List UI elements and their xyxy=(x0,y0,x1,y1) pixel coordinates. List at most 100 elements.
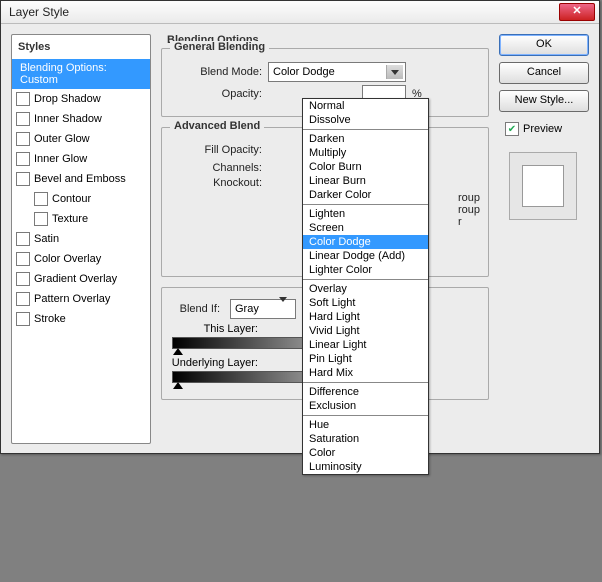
style-item-label: Contour xyxy=(52,193,91,205)
dropdown-separator xyxy=(303,279,428,280)
style-item[interactable]: Pattern Overlay xyxy=(12,289,150,309)
dropdown-item[interactable]: Hard Mix xyxy=(303,366,428,380)
layer-style-dialog: Layer Style ✕ Styles Blending Options: C… xyxy=(0,0,600,454)
dropdown-item[interactable]: Dissolve xyxy=(303,113,428,127)
blendif-select[interactable]: Gray xyxy=(230,299,296,319)
cancel-button[interactable]: Cancel xyxy=(499,62,589,84)
fill-opacity-label: Fill Opacity: xyxy=(170,144,268,156)
dropdown-item[interactable]: Normal xyxy=(303,99,428,113)
extra-text-1: roup xyxy=(458,192,480,204)
new-style-button[interactable]: New Style... xyxy=(499,90,589,112)
dropdown-item[interactable]: Luminosity xyxy=(303,460,428,474)
style-item[interactable]: Blending Options: Custom xyxy=(12,59,150,89)
style-item-label: Bevel and Emboss xyxy=(34,173,126,185)
blend-mode-label: Blend Mode: xyxy=(170,66,268,78)
dropdown-item[interactable]: Difference xyxy=(303,385,428,399)
checkbox-icon[interactable] xyxy=(16,112,30,126)
style-item[interactable]: Outer Glow xyxy=(12,129,150,149)
dropdown-item[interactable]: Linear Light xyxy=(303,338,428,352)
style-item[interactable]: Gradient Overlay xyxy=(12,269,150,289)
style-item-label: Texture xyxy=(52,213,88,225)
blend-mode-select[interactable]: Color Dodge xyxy=(268,62,406,82)
blend-mode-dropdown[interactable]: NormalDissolveDarkenMultiplyColor BurnLi… xyxy=(302,98,429,475)
style-item-label: Inner Shadow xyxy=(34,113,102,125)
dropdown-separator xyxy=(303,129,428,130)
dropdown-item[interactable]: Screen xyxy=(303,221,428,235)
checkbox-icon[interactable] xyxy=(16,172,30,186)
style-item-label: Blending Options: Custom xyxy=(20,62,146,86)
blendif-label: Blend If: xyxy=(170,303,226,315)
slider-handle-black[interactable] xyxy=(173,382,183,389)
dropdown-item[interactable]: Pin Light xyxy=(303,352,428,366)
checkbox-icon[interactable] xyxy=(16,232,30,246)
checkbox-icon[interactable] xyxy=(16,92,30,106)
dialog-title: Layer Style xyxy=(5,5,69,19)
dropdown-item[interactable]: Darken xyxy=(303,132,428,146)
underlying-layer-label: Underlying Layer: xyxy=(170,357,258,369)
chevron-down-icon xyxy=(386,65,403,79)
style-item[interactable]: Stroke xyxy=(12,309,150,329)
dropdown-item[interactable]: Saturation xyxy=(303,432,428,446)
extra-text-3: r xyxy=(458,216,480,228)
dropdown-item[interactable]: Vivid Light xyxy=(303,324,428,338)
style-item-label: Stroke xyxy=(34,313,66,325)
style-item[interactable]: Contour xyxy=(12,189,150,209)
dropdown-separator xyxy=(303,382,428,383)
dropdown-item[interactable]: Linear Dodge (Add) xyxy=(303,249,428,263)
dropdown-item[interactable]: Color xyxy=(303,446,428,460)
ok-button[interactable]: OK xyxy=(499,34,589,56)
checkbox-checked-icon: ✔ xyxy=(505,122,519,136)
dropdown-item[interactable]: Lighter Color xyxy=(303,263,428,277)
extra-text-2: roup xyxy=(458,204,480,216)
dropdown-item[interactable]: Exclusion xyxy=(303,399,428,413)
button-column: OK Cancel New Style... ✔ Preview xyxy=(499,34,589,444)
styles-header: Styles xyxy=(12,37,150,59)
style-item-label: Gradient Overlay xyxy=(34,273,117,285)
preview-label: Preview xyxy=(523,123,562,135)
style-item-label: Drop Shadow xyxy=(34,93,101,105)
style-item-label: Pattern Overlay xyxy=(34,293,110,305)
knockout-label: Knockout: xyxy=(170,177,268,189)
style-item[interactable]: Bevel and Emboss xyxy=(12,169,150,189)
checkbox-icon[interactable] xyxy=(34,192,48,206)
dropdown-item[interactable]: Overlay xyxy=(303,282,428,296)
checkbox-icon[interactable] xyxy=(16,132,30,146)
preview-checkbox[interactable]: ✔ Preview xyxy=(505,122,589,136)
opacity-label: Opacity: xyxy=(170,88,268,100)
checkbox-icon[interactable] xyxy=(16,272,30,286)
checkbox-icon[interactable] xyxy=(16,152,30,166)
style-item[interactable]: Inner Glow xyxy=(12,149,150,169)
dropdown-item[interactable]: Color Dodge xyxy=(303,235,428,249)
blend-mode-value: Color Dodge xyxy=(273,66,335,78)
checkbox-icon[interactable] xyxy=(16,292,30,306)
dropdown-separator xyxy=(303,204,428,205)
style-item[interactable]: Texture xyxy=(12,209,150,229)
dropdown-separator xyxy=(303,415,428,416)
style-item[interactable]: Color Overlay xyxy=(12,249,150,269)
style-item-label: Color Overlay xyxy=(34,253,101,265)
dropdown-item[interactable]: Color Burn xyxy=(303,160,428,174)
style-item[interactable]: Inner Shadow xyxy=(12,109,150,129)
checkbox-icon[interactable] xyxy=(34,212,48,226)
dropdown-item[interactable]: Darker Color xyxy=(303,188,428,202)
checkbox-icon[interactable] xyxy=(16,252,30,266)
style-item[interactable]: Drop Shadow xyxy=(12,89,150,109)
dropdown-item[interactable]: Linear Burn xyxy=(303,174,428,188)
blendif-value: Gray xyxy=(235,303,259,315)
style-item-label: Outer Glow xyxy=(34,133,90,145)
styles-list: Styles Blending Options: Custom Drop Shad… xyxy=(11,34,151,444)
preview-swatch xyxy=(509,152,577,220)
dropdown-item[interactable]: Lighten xyxy=(303,207,428,221)
dropdown-item[interactable]: Hard Light xyxy=(303,310,428,324)
dropdown-item[interactable]: Multiply xyxy=(303,146,428,160)
checkbox-icon[interactable] xyxy=(16,312,30,326)
style-item-label: Satin xyxy=(34,233,59,245)
preview-swatch-inner xyxy=(522,165,564,207)
slider-handle-black[interactable] xyxy=(173,348,183,355)
dropdown-item[interactable]: Hue xyxy=(303,418,428,432)
general-blending-legend: General Blending xyxy=(170,41,269,53)
dropdown-item[interactable]: Soft Light xyxy=(303,296,428,310)
close-button[interactable]: ✕ xyxy=(559,3,595,21)
style-item[interactable]: Satin xyxy=(12,229,150,249)
style-item-label: Inner Glow xyxy=(34,153,87,165)
